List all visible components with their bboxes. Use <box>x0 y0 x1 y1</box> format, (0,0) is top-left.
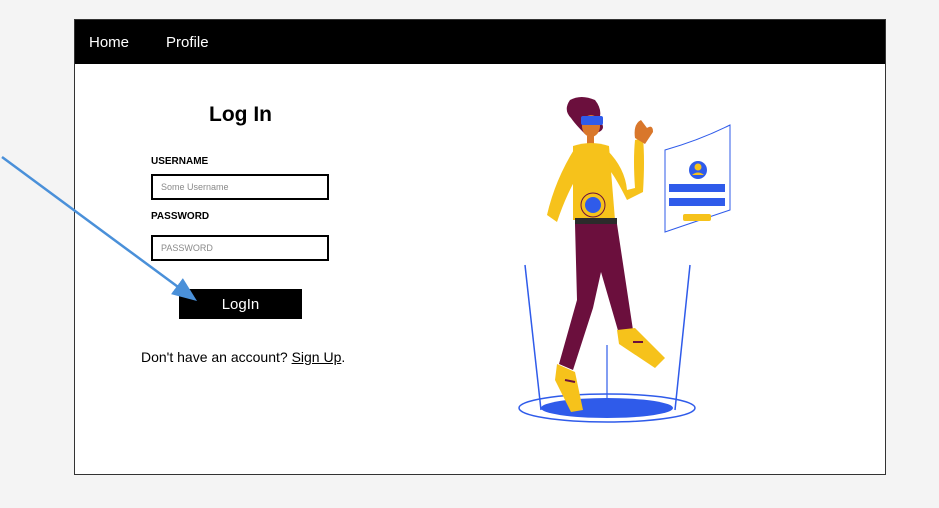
app-window: Home Profile Log In USERNAME PASSWORD Lo… <box>74 19 886 475</box>
nav-home-link[interactable]: Home <box>89 34 129 51</box>
navbar: Home Profile <box>75 20 885 64</box>
login-button[interactable]: LogIn <box>179 289 302 319</box>
password-label: PASSWORD <box>151 211 210 222</box>
login-title: Log In <box>209 103 272 126</box>
signup-prefix-text: Don't have an account? <box>141 349 292 365</box>
signup-link[interactable]: Sign Up <box>292 349 342 365</box>
signup-prompt: Don't have an account? Sign Up. <box>141 349 345 365</box>
username-input[interactable] <box>151 174 329 200</box>
password-input[interactable] <box>151 235 329 261</box>
signup-suffix-text: . <box>341 349 346 365</box>
username-label: USERNAME <box>151 156 209 167</box>
nav-profile-link[interactable]: Profile <box>166 34 209 51</box>
vr-login-illustration-icon <box>518 97 731 423</box>
